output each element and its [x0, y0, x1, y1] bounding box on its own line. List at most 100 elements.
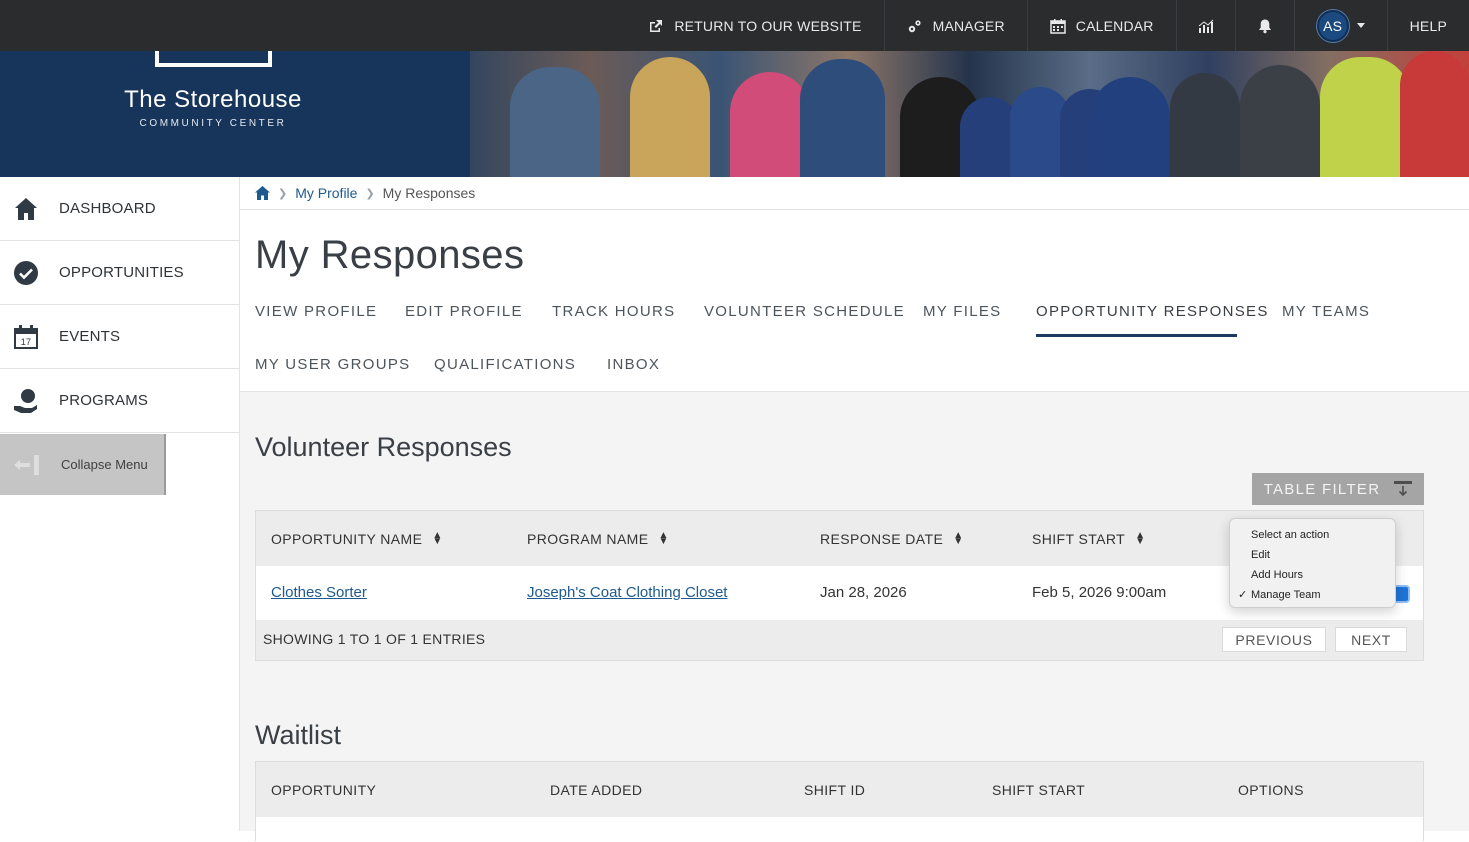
- top-bar: RETURN TO OUR WEBSITE MANAGER CALENDAR A…: [0, 0, 1469, 51]
- calendar-icon: [1050, 18, 1066, 34]
- collapse-menu-button[interactable]: Collapse Menu: [0, 434, 166, 495]
- table-filter-label: TABLE FILTER: [1263, 480, 1381, 498]
- column-header-label: PROGRAM NAME: [527, 530, 649, 547]
- gears-icon: [908, 19, 921, 32]
- manager-link[interactable]: MANAGER: [883, 0, 1027, 51]
- column-header-label: RESPONSE DATE: [820, 530, 944, 547]
- bell-icon: [1258, 19, 1271, 33]
- sidebar-item-label: PROGRAMS: [59, 392, 149, 409]
- collapse-menu-label: Collapse Menu: [61, 457, 148, 472]
- waitlist-section-title: Waitlist: [255, 720, 341, 750]
- home-icon: [13, 196, 39, 222]
- return-to-website-label: RETURN TO OUR WEBSITE: [674, 17, 862, 34]
- shift-start-cell: Feb 5, 2026 9:00am: [1032, 584, 1167, 601]
- external-share-icon: [650, 19, 663, 32]
- chevron-right-icon: ❯: [365, 187, 375, 200]
- opportunity-link[interactable]: Clothes Sorter: [271, 584, 367, 601]
- collapse-arrow-icon: [12, 453, 42, 477]
- program-link[interactable]: Joseph's Coat Clothing Closet: [527, 584, 727, 601]
- logo-mark: [155, 51, 272, 67]
- calendar-icon: 17: [13, 324, 39, 350]
- filter-icon: [1394, 481, 1413, 497]
- previous-page-button[interactable]: PREVIOUS: [1222, 627, 1326, 652]
- sidebar-item-label: DASHBOARD: [59, 200, 156, 217]
- table-body: [256, 817, 1423, 842]
- breadcrumb-current: My Responses: [382, 185, 476, 201]
- column-header-shift-start[interactable]: SHIFT START ▲ ▼: [1032, 530, 1145, 547]
- tab-inbox[interactable]: INBOX: [607, 356, 660, 373]
- calendar-link[interactable]: CALENDAR: [1026, 0, 1176, 51]
- action-dropdown-menu: Select an action Edit Add Hours ✓ Manage…: [1229, 518, 1396, 608]
- volunteers-photo: [470, 51, 1469, 177]
- logo-area[interactable]: The Storehouse COMMUNITY CENTER: [0, 51, 470, 177]
- table-header-row: OPPORTUNITY DATE ADDED SHIFT ID SHIFT ST…: [256, 762, 1423, 817]
- tab-my-teams[interactable]: MY TEAMS: [1282, 303, 1370, 320]
- column-header-response-date[interactable]: RESPONSE DATE ▲ ▼: [820, 530, 964, 547]
- column-header-opportunity-name[interactable]: OPPORTUNITY NAME ▲ ▼: [271, 530, 443, 547]
- column-header-label: SHIFT START: [1032, 530, 1126, 547]
- program-name-cell: Joseph's Coat Clothing Closet: [527, 584, 727, 601]
- help-link[interactable]: HELP: [1386, 0, 1469, 51]
- return-to-website-link[interactable]: RETURN TO OUR WEBSITE: [626, 0, 883, 51]
- checkmark-icon: ✓: [1238, 589, 1248, 601]
- menu-item-add-hours[interactable]: Add Hours: [1230, 567, 1395, 587]
- next-page-button[interactable]: NEXT: [1335, 627, 1407, 652]
- sort-icon[interactable]: ▲ ▼: [1135, 530, 1145, 546]
- table-footer: SHOWING 1 TO 1 OF 1 ENTRIES PREVIOUS NEX…: [256, 620, 1423, 660]
- tab-track-hours[interactable]: TRACK HOURS: [552, 303, 675, 320]
- table-filter-button[interactable]: TABLE FILTER: [1252, 473, 1424, 505]
- tab-edit-profile[interactable]: EDIT PROFILE: [405, 303, 523, 320]
- check-circle-icon: [13, 260, 39, 286]
- tab-opportunity-responses[interactable]: OPPORTUNITY RESPONSES: [1036, 303, 1269, 320]
- waitlist-table: OPPORTUNITY DATE ADDED SHIFT ID SHIFT ST…: [255, 761, 1424, 842]
- menu-item-select-action[interactable]: Select an action: [1230, 527, 1395, 547]
- sidebar-item-events[interactable]: 17 EVENTS: [0, 305, 239, 369]
- sidebar-item-opportunities[interactable]: OPPORTUNITIES: [0, 241, 239, 305]
- column-header-shift-id[interactable]: SHIFT ID: [804, 782, 865, 798]
- bar-chart-icon: [1198, 19, 1213, 33]
- column-header-opportunity[interactable]: OPPORTUNITY: [271, 782, 376, 798]
- tab-my-user-groups[interactable]: MY USER GROUPS: [255, 356, 410, 373]
- menu-item-edit[interactable]: Edit: [1230, 547, 1395, 567]
- menu-item-label: Manage Team: [1251, 589, 1321, 601]
- opportunity-name-cell: Clothes Sorter: [271, 584, 367, 601]
- svg-text:17: 17: [21, 337, 31, 347]
- org-subtitle: COMMUNITY CENTER: [139, 118, 287, 129]
- reports-button[interactable]: [1175, 0, 1235, 51]
- sidebar-item-label: OPPORTUNITIES: [59, 264, 184, 281]
- calendar-label: CALENDAR: [1075, 17, 1154, 34]
- sort-icon[interactable]: ▲ ▼: [432, 530, 442, 546]
- help-label: HELP: [1409, 17, 1447, 34]
- notifications-button[interactable]: [1234, 0, 1294, 51]
- breadcrumb: ❯ My Profile ❯ My Responses: [240, 177, 1469, 210]
- sidebar-item-dashboard[interactable]: DASHBOARD: [0, 177, 239, 241]
- org-name: The Storehouse: [124, 86, 302, 113]
- hand-globe-icon: [13, 388, 39, 414]
- sidebar: DASHBOARD OPPORTUNITIES 17 EVENTS PROGRA…: [0, 177, 240, 831]
- column-header-date-added[interactable]: DATE ADDED: [550, 782, 642, 798]
- home-icon[interactable]: [255, 186, 270, 200]
- column-header-options: OPTIONS: [1238, 781, 1304, 798]
- response-date-cell: Jan 28, 2026: [820, 584, 907, 601]
- tab-volunteer-schedule[interactable]: VOLUNTEER SCHEDULE: [704, 303, 905, 320]
- column-header-program-name[interactable]: PROGRAM NAME ▲ ▼: [527, 530, 669, 547]
- manager-label: MANAGER: [932, 17, 1005, 34]
- menu-item-manage-team[interactable]: ✓ Manage Team: [1230, 587, 1395, 607]
- avatar[interactable]: AS: [1316, 9, 1349, 42]
- tab-view-profile[interactable]: VIEW PROFILE: [255, 303, 377, 320]
- chevron-down-icon[interactable]: [1356, 23, 1365, 28]
- entries-count: SHOWING 1 TO 1 OF 1 ENTRIES: [263, 631, 486, 647]
- sidebar-item-label: EVENTS: [59, 328, 121, 345]
- user-menu[interactable]: AS: [1293, 0, 1387, 51]
- main-content: ❯ My Profile ❯ My Responses My Responses…: [240, 177, 1469, 842]
- chevron-right-icon: ❯: [278, 187, 288, 200]
- sort-icon[interactable]: ▲ ▼: [658, 530, 668, 546]
- tab-my-files[interactable]: MY FILES: [923, 303, 1001, 320]
- responses-section-title: Volunteer Responses: [255, 432, 512, 462]
- column-header-shift-start[interactable]: SHIFT START: [992, 782, 1085, 798]
- tab-qualifications[interactable]: QUALIFICATIONS: [434, 356, 576, 373]
- sort-icon[interactable]: ▲ ▼: [953, 530, 963, 546]
- sidebar-item-programs[interactable]: PROGRAMS: [0, 369, 239, 433]
- breadcrumb-my-profile[interactable]: My Profile: [295, 185, 357, 201]
- active-tab-indicator: [1036, 334, 1237, 337]
